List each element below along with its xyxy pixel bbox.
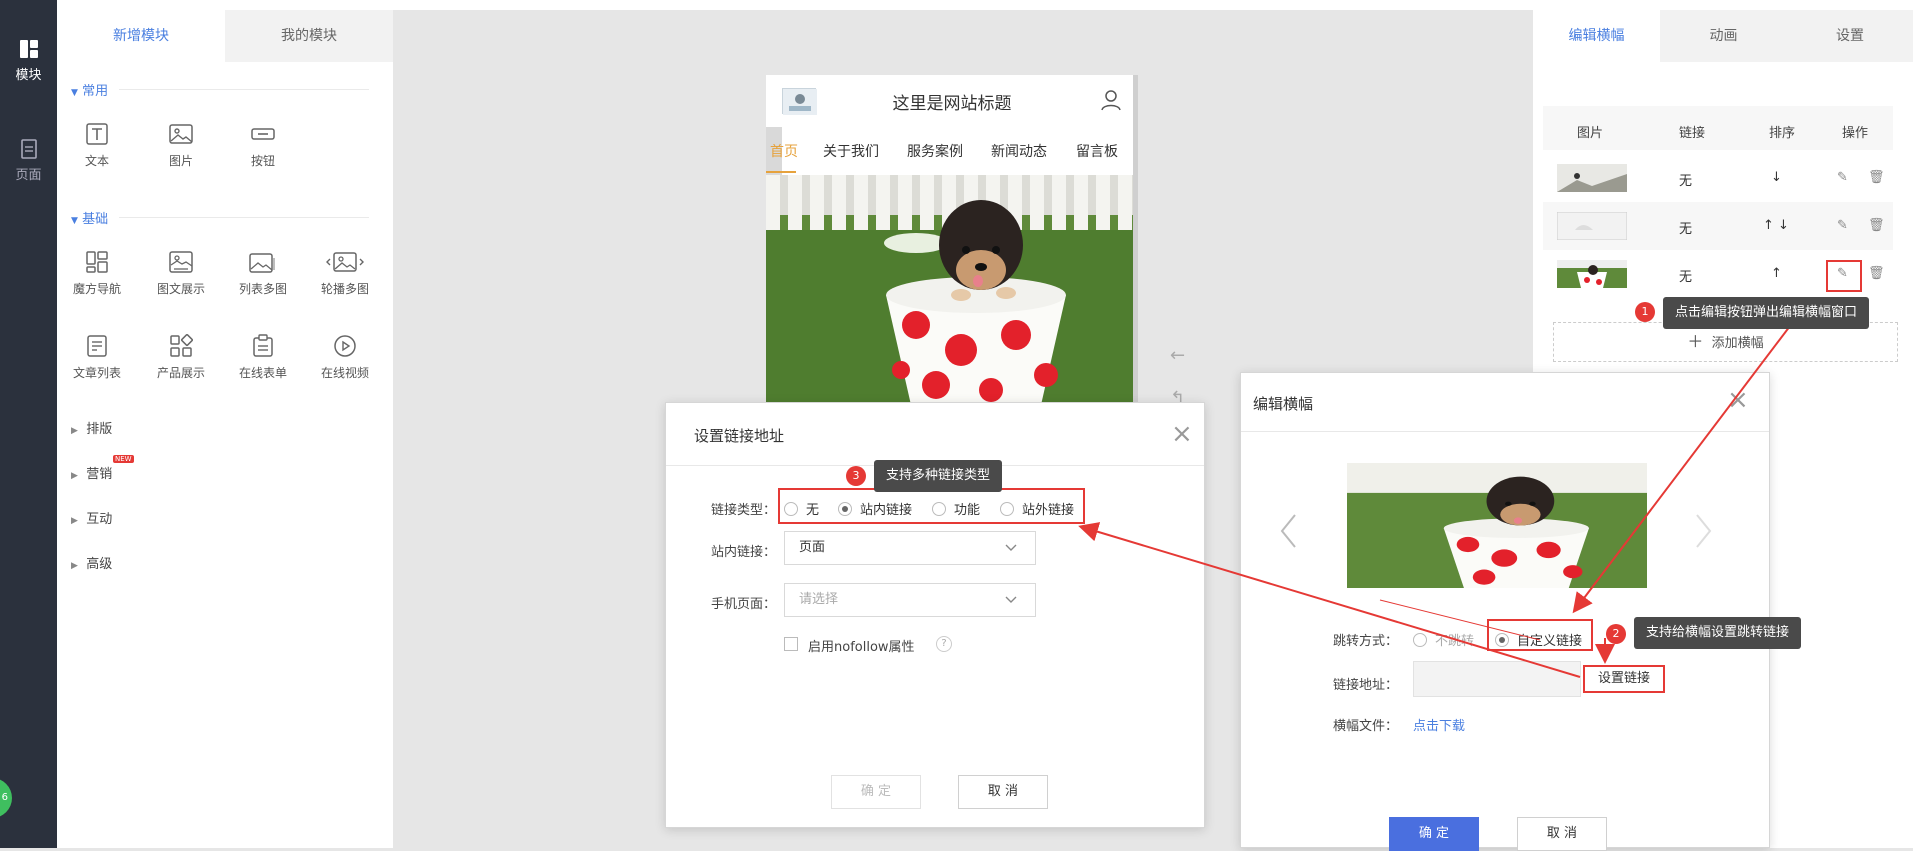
- annotation-arrow-2: [1078, 522, 1581, 678]
- annotation-tip-3: 支持多种链接类型: [874, 460, 1003, 492]
- annotation-arrows: [1078, 325, 1791, 678]
- annotation-badge-2: 2: [1606, 624, 1626, 644]
- annotation-badge-1: 1: [1635, 302, 1655, 322]
- annotation-badge-3: 3: [846, 466, 866, 486]
- annotation-tip-2: 支持给横幅设置跳转链接: [1634, 617, 1802, 649]
- annotation-tip-1: 点击编辑按钮弹出编辑横幅窗口: [1663, 297, 1870, 329]
- annotation-arrow-1: [1572, 325, 1791, 614]
- annotation-arrow-3: [1379, 599, 1541, 641]
